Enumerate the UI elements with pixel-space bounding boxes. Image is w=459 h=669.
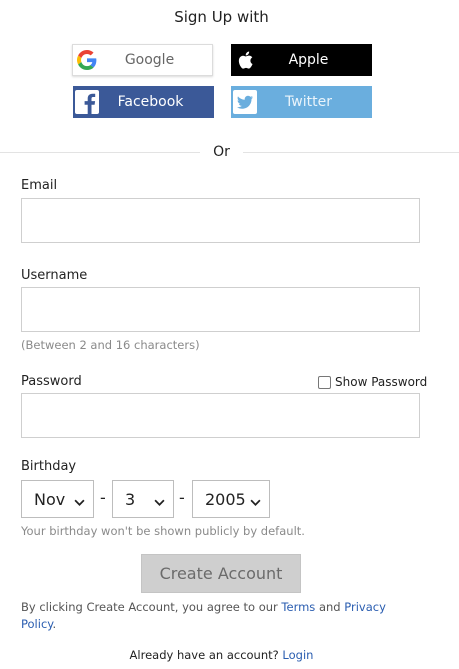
or-divider-text: Or	[213, 144, 230, 160]
terms-suffix: .	[52, 617, 57, 631]
show-password-label: Show Password	[335, 375, 428, 389]
twitter-signup-button[interactable]: Twitter	[231, 86, 372, 118]
page-title: Sign Up with	[174, 8, 269, 26]
password-label: Password	[21, 374, 82, 389]
terms-and: and	[315, 600, 345, 614]
twitter-label: Twitter	[285, 94, 332, 110]
create-account-button[interactable]: Create Account	[141, 554, 301, 593]
terms-link[interactable]: Terms	[281, 600, 315, 614]
show-password-toggle[interactable]: Show Password	[318, 375, 427, 389]
apple-icon	[231, 44, 259, 76]
terms-notice: By clicking Create Account, you agree to…	[21, 599, 401, 633]
google-icon	[73, 44, 101, 76]
login-prompt-text: Already have an account?	[129, 648, 283, 662]
apple-label: Apple	[288, 52, 329, 68]
password-field[interactable]	[21, 393, 420, 438]
birthday-month-value: Nov	[34, 489, 66, 509]
divider-line-left	[0, 152, 200, 153]
username-label: Username	[21, 268, 88, 283]
birthday-hint: Your birthday won't be shown publicly by…	[21, 524, 305, 538]
birthday-separator: -	[100, 488, 106, 507]
chevron-down-icon	[74, 493, 85, 512]
facebook-icon	[73, 86, 101, 118]
birthday-separator: -	[179, 488, 185, 507]
apple-signup-button[interactable]: Apple	[231, 44, 372, 76]
google-label: Google	[124, 52, 175, 68]
terms-prefix: By clicking Create Account, you agree to…	[21, 600, 282, 614]
email-field[interactable]	[21, 198, 420, 243]
chevron-down-icon	[154, 493, 165, 512]
login-prompt: Already have an account? Login	[0, 648, 443, 662]
twitter-icon	[231, 86, 259, 118]
show-password-checkbox[interactable]	[318, 375, 331, 389]
google-signup-button[interactable]: Google	[72, 44, 213, 76]
birthday-month-select[interactable]: Nov	[21, 480, 94, 518]
email-label: Email	[21, 178, 58, 193]
birthday-year-select[interactable]: 2005	[192, 480, 270, 518]
birthday-label: Birthday	[21, 459, 77, 474]
facebook-signup-button[interactable]: Facebook	[73, 86, 214, 118]
divider-line-right	[243, 152, 459, 153]
birthday-day-select[interactable]: 3	[112, 480, 174, 518]
facebook-label: Facebook	[117, 94, 184, 110]
login-link[interactable]: Login	[282, 648, 313, 662]
birthday-year-value: 2005	[205, 489, 246, 509]
chevron-down-icon	[250, 493, 261, 512]
birthday-day-value: 3	[125, 489, 136, 509]
username-field[interactable]	[21, 287, 420, 332]
username-hint: (Between 2 and 16 characters)	[21, 338, 200, 352]
